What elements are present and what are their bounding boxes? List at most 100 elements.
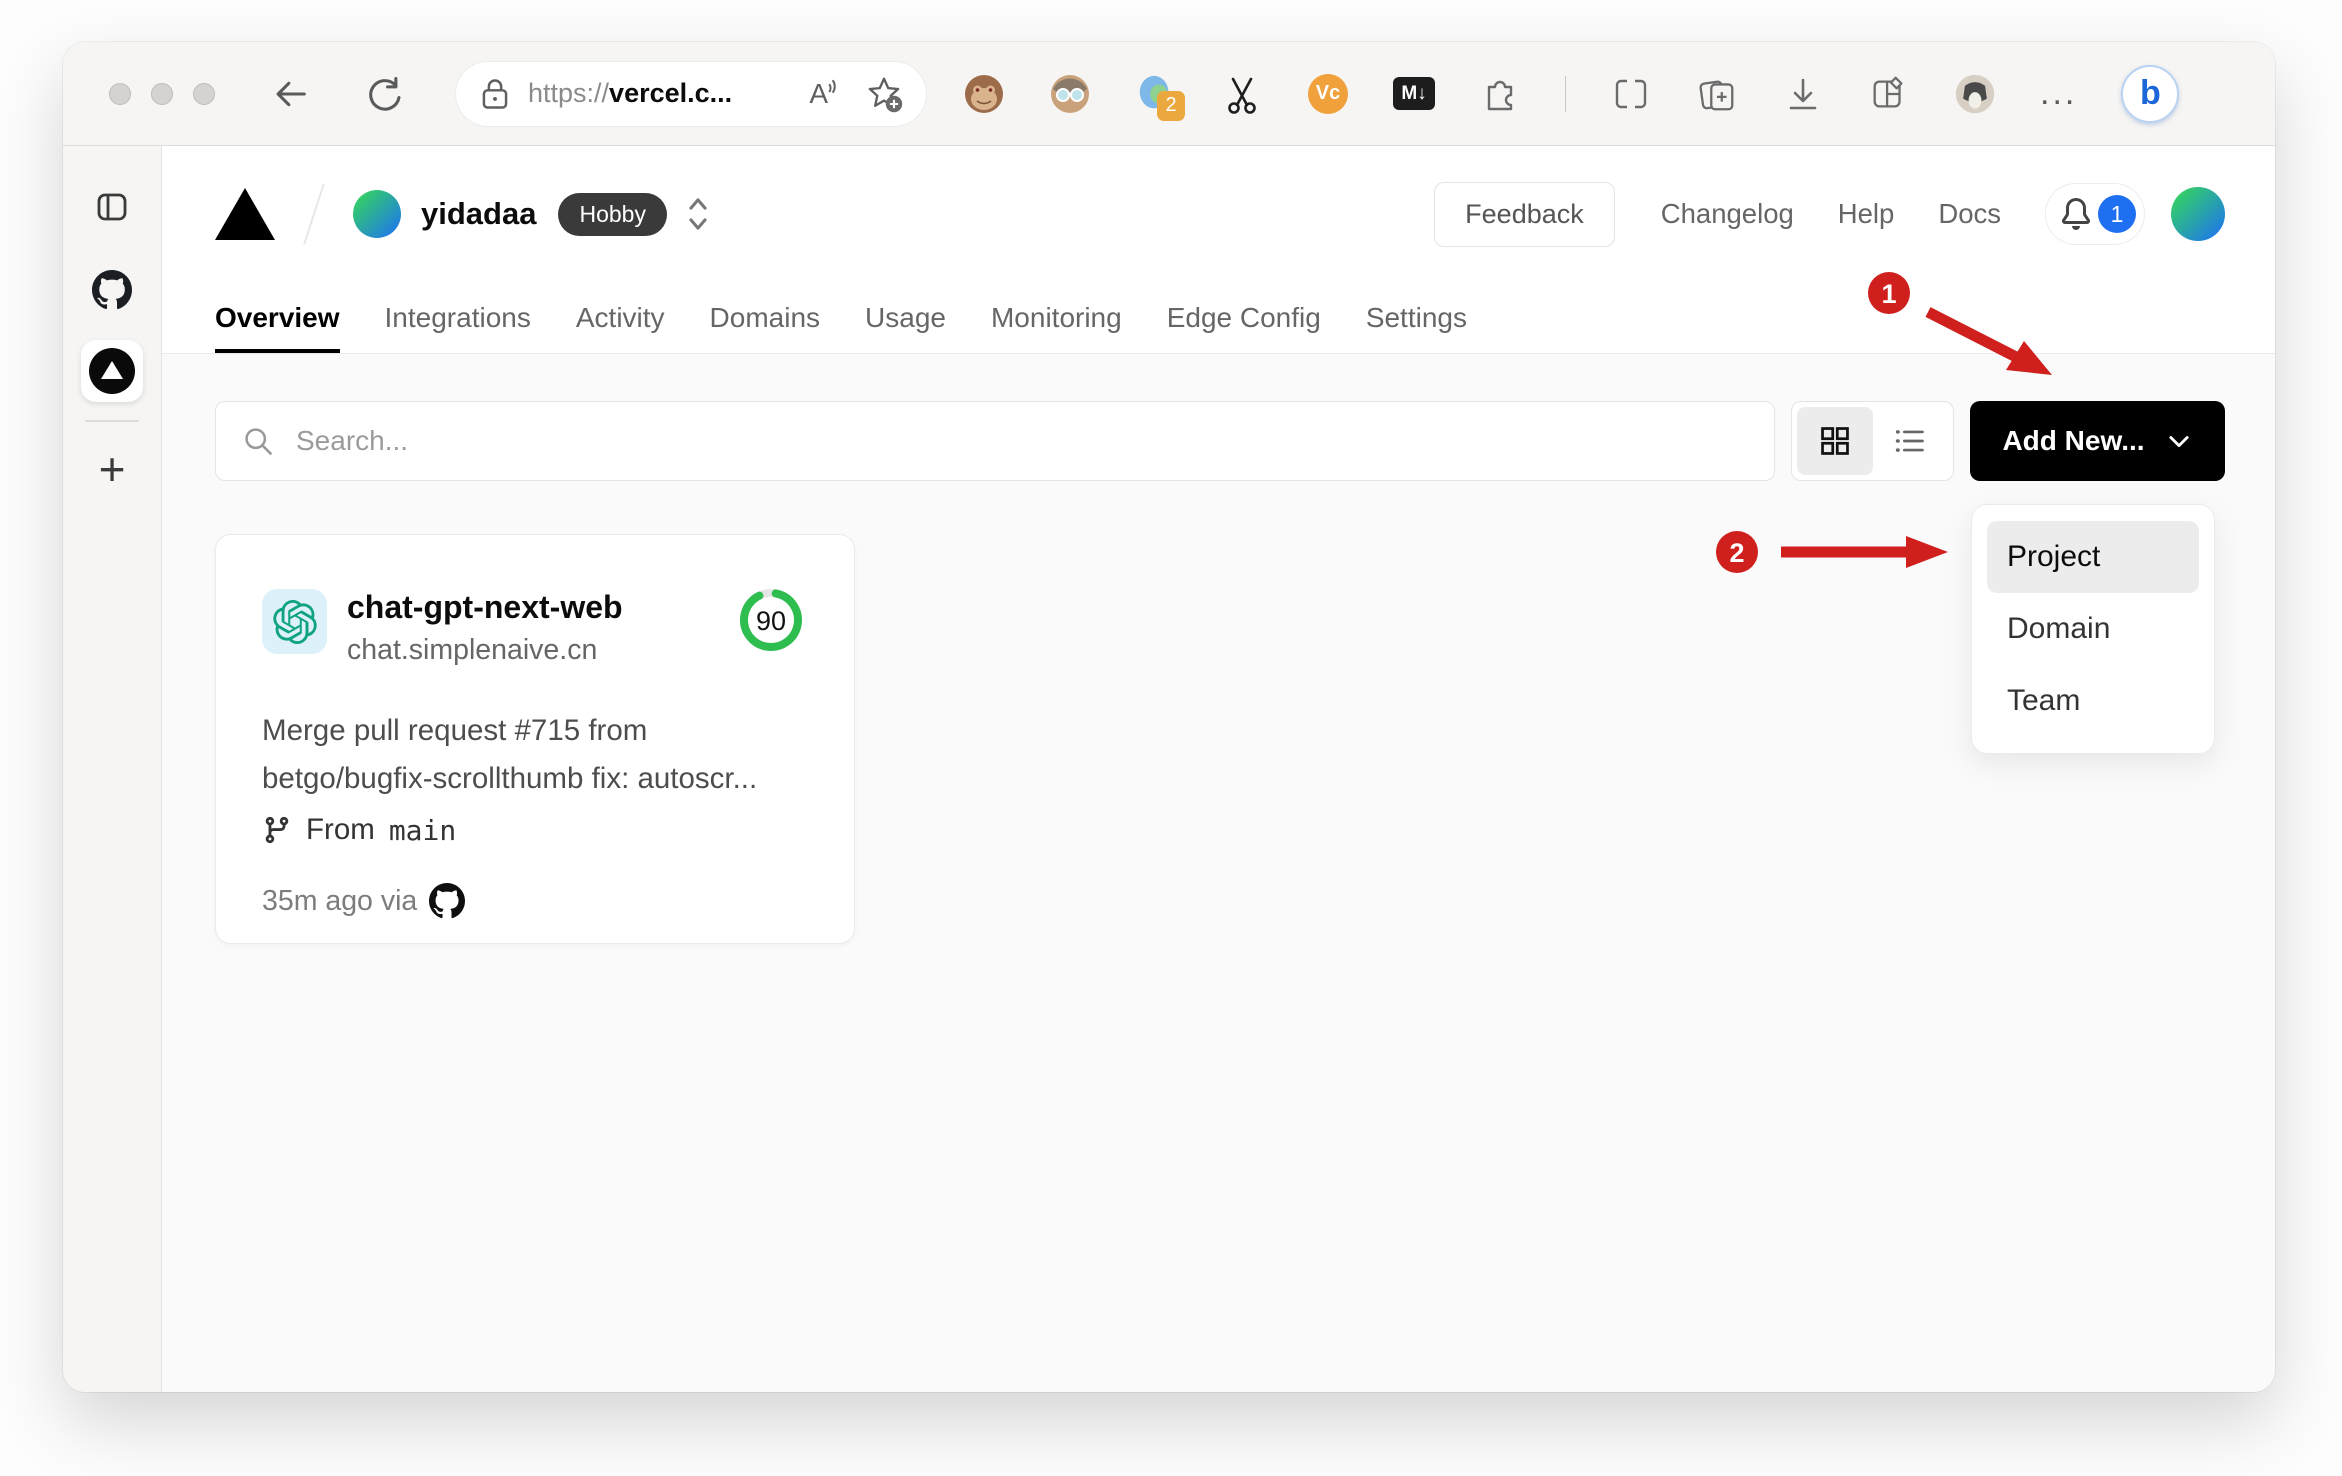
bell-icon <box>2061 198 2090 230</box>
project-card[interactable]: chat-gpt-next-web chat.simplenaive.cn 90… <box>215 534 855 944</box>
sidebar-divider <box>85 420 139 422</box>
refresh-button[interactable] <box>365 75 403 113</box>
analytics-score-ring[interactable]: 90 <box>736 585 806 655</box>
extensions-strip: 2 Vc M↓ ... b <box>963 64 2241 123</box>
refresh-icon <box>369 76 401 111</box>
traffic-lights <box>109 82 215 105</box>
chevron-down-icon <box>2168 436 2189 448</box>
vc-extension-icon[interactable]: Vc <box>1307 73 1349 115</box>
github-icon <box>429 883 466 919</box>
team-switcher-button[interactable] <box>685 194 711 234</box>
add-favorite-button[interactable] <box>864 74 904 114</box>
vercel-tab-icon <box>89 348 135 394</box>
workspaces-button[interactable] <box>1868 73 1910 115</box>
menu-item-team[interactable]: Team <box>1987 665 2199 737</box>
project-avatar <box>262 589 327 654</box>
list-view-icon <box>1896 430 1925 452</box>
docs-link[interactable]: Docs <box>1938 198 2001 230</box>
close-window-button[interactable] <box>109 82 131 105</box>
score-value: 90 <box>756 606 786 636</box>
openai-logo-icon <box>272 599 317 644</box>
search-input[interactable] <box>296 425 1748 457</box>
vercel-logo[interactable] <box>215 188 275 240</box>
breadcrumb-slash <box>303 183 325 245</box>
collections-button[interactable] <box>1696 73 1738 115</box>
browser-toolbar: https://vercel.c... A 2 Vc M↓ ... b <box>63 42 2275 146</box>
minimize-window-button[interactable] <box>151 82 173 105</box>
add-new-button[interactable]: Add New... <box>1970 401 2225 481</box>
proxy-extension-icon[interactable]: 2 <box>1135 73 1185 121</box>
menu-item-domain[interactable]: Domain <box>1987 593 2199 665</box>
tab-monitoring[interactable]: Monitoring <box>991 282 1122 353</box>
grid-view-icon <box>1820 427 1849 455</box>
dashboard-body: Add New... Project Domain Team <box>162 354 2275 1392</box>
project-domain[interactable]: chat.simplenaive.cn <box>347 634 623 667</box>
user-avatar[interactable] <box>2171 187 2225 241</box>
scissors-extension-icon[interactable] <box>1221 73 1263 115</box>
browser-window: https://vercel.c... A 2 Vc M↓ ... b + yi… <box>63 42 2275 1392</box>
read-aloud-button[interactable]: A <box>809 78 844 110</box>
branch-row: From main <box>262 813 808 847</box>
notifications-button[interactable]: 1 <box>2045 183 2145 245</box>
branch-label: From <box>306 813 375 846</box>
edge-sidebar: + <box>63 146 162 1392</box>
add-new-label: Add New... <box>2002 425 2145 456</box>
chevron-updown-icon <box>689 198 707 230</box>
zoom-window-button[interactable] <box>193 82 215 105</box>
latest-commit-message: Merge pull request #715 from betgo/bugfi… <box>262 714 758 795</box>
dashboard-tabs: Overview Integrations Activity Domains U… <box>215 282 2225 353</box>
tab-domains[interactable]: Domains <box>710 282 820 353</box>
url-host: vercel.c... <box>609 78 733 108</box>
deployment-meta: 35m ago via <box>262 883 808 919</box>
github-tab-icon[interactable] <box>92 270 132 310</box>
tab-activity[interactable]: Activity <box>576 282 665 353</box>
back-icon <box>276 81 306 106</box>
team-name[interactable]: yidadaa <box>421 196 536 232</box>
deployment-time: 35m ago via <box>262 884 418 917</box>
profile-avatar[interactable] <box>1954 73 1996 115</box>
bing-chat-button[interactable]: b <box>2121 64 2180 123</box>
tab-overview[interactable]: Overview <box>215 282 340 353</box>
team-avatar <box>353 190 401 238</box>
tab-edge-config[interactable]: Edge Config <box>1167 282 1321 353</box>
help-link[interactable]: Help <box>1838 198 1895 230</box>
markdown-extension-icon[interactable]: M↓ <box>1393 73 1435 115</box>
extensions-puzzle-icon[interactable] <box>1479 73 1521 115</box>
toolbar-more-button[interactable]: ... <box>2040 74 2077 113</box>
branch-name: main <box>388 813 457 847</box>
search-icon <box>245 428 272 455</box>
toolbar-divider <box>1565 75 1566 112</box>
avatar-extension-icon[interactable] <box>1049 73 1091 115</box>
proxy-badge: 2 <box>1157 90 1185 121</box>
tab-integrations[interactable]: Integrations <box>385 282 531 353</box>
tampermonkey-extension-icon[interactable] <box>963 73 1005 115</box>
project-search[interactable] <box>215 401 1775 481</box>
new-tab-button[interactable]: + <box>99 446 126 492</box>
vercel-tab-active[interactable] <box>81 340 143 402</box>
plan-badge: Hobby <box>558 192 667 236</box>
git-branch-icon <box>265 816 289 844</box>
changelog-link[interactable]: Changelog <box>1661 198 1794 230</box>
downloads-button[interactable] <box>1782 73 1824 115</box>
url-scheme: https:// <box>528 78 610 108</box>
view-toggle <box>1791 401 1954 481</box>
sidebar-toggle-icon[interactable] <box>95 190 129 224</box>
tab-settings[interactable]: Settings <box>1366 282 1467 353</box>
feedback-button[interactable]: Feedback <box>1434 181 1615 247</box>
vercel-header: yidadaa Hobby Feedback Changelog Help Do… <box>162 146 2275 354</box>
menu-item-project[interactable]: Project <box>1987 521 2199 593</box>
notification-count-badge: 1 <box>2098 195 2136 233</box>
address-bar[interactable]: https://vercel.c... A <box>455 60 927 127</box>
list-view-button[interactable] <box>1873 407 1949 475</box>
back-button[interactable] <box>271 75 309 113</box>
sound-waves-icon <box>828 79 836 93</box>
add-new-menu: Project Domain Team <box>1971 504 2215 754</box>
breadcrumb: yidadaa Hobby Feedback Changelog Help Do… <box>215 146 2225 282</box>
lock-icon <box>482 78 508 109</box>
vercel-page: yidadaa Hobby Feedback Changelog Help Do… <box>162 146 2275 1392</box>
read-aloud-label: A <box>809 77 828 109</box>
project-name[interactable]: chat-gpt-next-web <box>347 589 623 626</box>
grid-view-button[interactable] <box>1797 407 1873 475</box>
split-screen-button[interactable] <box>1610 73 1652 115</box>
tab-usage[interactable]: Usage <box>865 282 946 353</box>
